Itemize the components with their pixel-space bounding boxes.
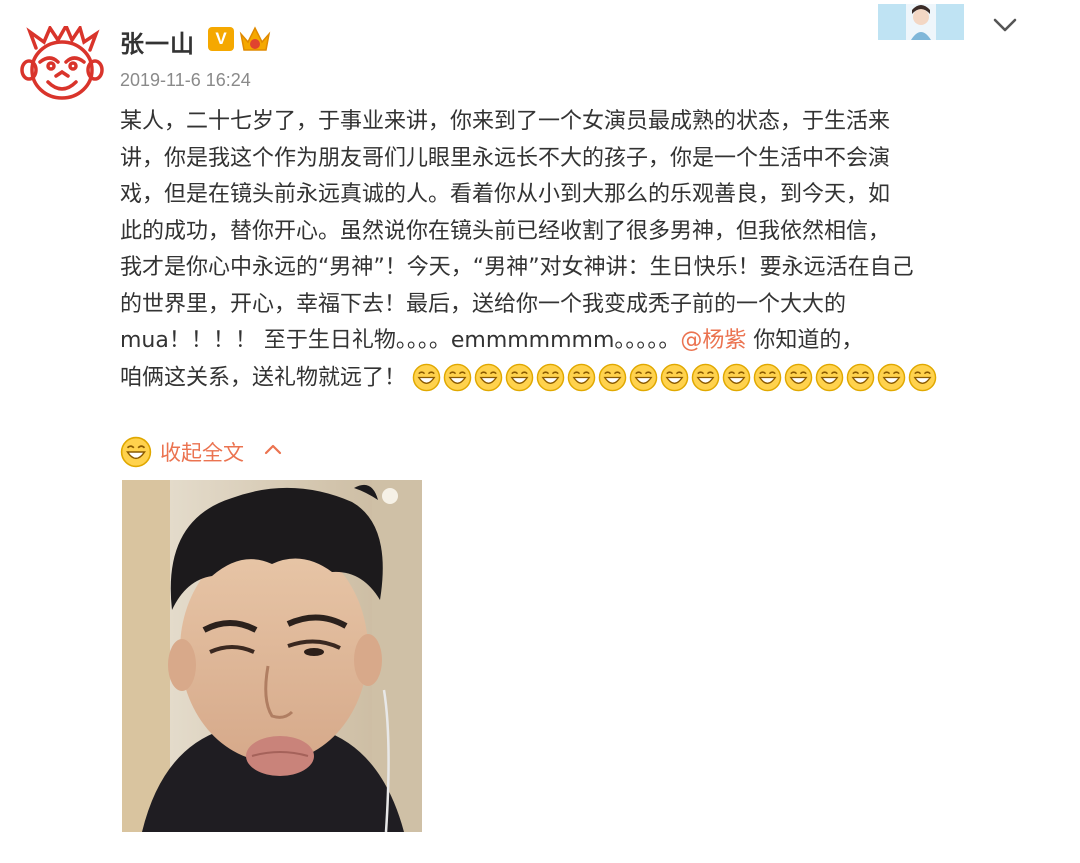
laughing-emoji-icon [536, 363, 565, 392]
laughing-emoji-icon [567, 363, 596, 392]
post-text-line: 此的成功，替你开心。虽然说你在镜头前已经收割了很多男神，但我依然相信， [120, 218, 891, 244]
laughing-emoji-icon [877, 363, 906, 392]
post-text-line: 戏，但是在镜头前永远真诚的人。看着你从小到大那么的乐观善良，到今天，如 [120, 182, 891, 207]
mention-link[interactable]: @杨紫 [680, 328, 746, 353]
laughing-emoji-icon [722, 363, 751, 392]
post-text-segment: mua！！！！ 至于生日礼物。。。。emmmmmmm。。。。。 [120, 328, 681, 353]
post-text: 某人，二十七岁了，于事业来讲，你来到了一个女演员最成熟的状态，于生活来 讲，你是… [120, 104, 1020, 396]
post-text-line: 某人，二十七岁了，于事业来讲，你来到了一个女演员最成熟的状态，于生活来 [120, 109, 891, 134]
collapse-row[interactable]: 收起全文 [120, 432, 284, 472]
avatar[interactable] [18, 22, 106, 104]
laughing-emoji-icon [629, 363, 658, 392]
chevron-down-icon[interactable] [988, 12, 1022, 38]
card-decoration-thumbnail[interactable] [878, 4, 964, 40]
post-image[interactable] [122, 480, 422, 832]
post-text-line: 我才是你心中永远的“男神”！今天，“男神”对女神讲：生日快乐！要永远活在自己 [120, 255, 914, 280]
post-timestamp[interactable]: 2019-11-6 16:24 [120, 70, 251, 91]
crown-badge-icon[interactable] [238, 24, 272, 54]
laughing-emoji-icon [784, 363, 813, 392]
post-text-line: mua！！！！ 至于生日礼物。。。。emmmmmmm。。。。。@杨紫 你知道的， [120, 323, 1020, 360]
post-text-segment: 咱俩这关系，送礼物就远了！ [120, 364, 407, 390]
post-text-line: 讲，你是我这个作为朋友哥们儿眼里永远长不大的孩子，你是一个生活中不会演 [120, 145, 891, 171]
laughing-emoji-icon [474, 363, 503, 392]
laughing-emoji-icon [815, 363, 844, 392]
collapse-text-link[interactable]: 收起全文 [160, 437, 244, 467]
laughing-emoji-icon [598, 363, 627, 392]
laughing-emoji-icon [120, 436, 152, 468]
post-text-line: 咱俩这关系，送礼物就远了！ [120, 360, 1020, 397]
laughing-emoji-icon [691, 363, 720, 392]
verified-badge-icon: V [208, 27, 234, 51]
post-text-segment: 你知道的， [746, 328, 864, 353]
chevron-up-icon[interactable] [262, 442, 284, 462]
laughing-emoji-icon [660, 363, 689, 392]
laughing-emoji-icon [753, 363, 782, 392]
monkey-king-avatar-icon [20, 22, 104, 100]
username[interactable]: 张一山 [120, 24, 195, 59]
laughing-emoji-icon [412, 363, 441, 392]
laughing-emoji-icon [846, 363, 875, 392]
laughing-emoji-icon [443, 363, 472, 392]
post-text-line: 的世界里，开心，幸福下去！最后，送给你一个我变成秃子前的一个大大的 [120, 291, 847, 317]
laughing-emoji-icon [505, 363, 534, 392]
laughing-emoji-icon [908, 363, 937, 392]
emoji-row [412, 360, 939, 397]
